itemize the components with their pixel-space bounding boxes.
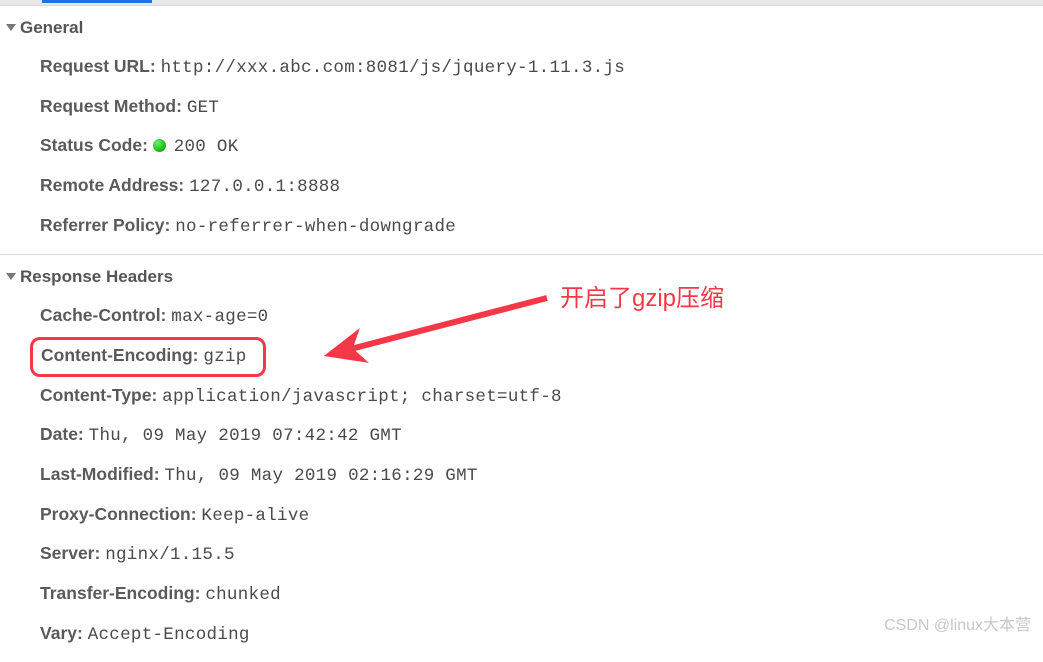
value-vary: Accept-Encoding (88, 625, 250, 645)
label-date: Date: (40, 424, 84, 444)
section-title-response-headers: Response Headers (20, 267, 173, 287)
value-proxy-connection: Keep-alive (201, 506, 309, 526)
row-date: Date: Thu, 09 May 2019 07:42:42 GMT (40, 416, 1043, 456)
highlight-content-encoding: Content-Encoding: gzip (30, 337, 266, 377)
label-referrer-policy: Referrer Policy: (40, 215, 170, 235)
watermark: CSDN @linux大本营 (884, 611, 1031, 635)
row-request-method: Request Method: GET (40, 88, 1043, 128)
value-cache-control: max-age=0 (171, 307, 268, 327)
label-last-modified: Last-Modified: (40, 464, 160, 484)
row-cache-control: Cache-Control: max-age=0 (40, 297, 1043, 337)
label-status-code: Status Code: (40, 135, 148, 155)
row-status-code: Status Code: 200 OK (40, 127, 1043, 167)
label-request-url: Request URL: (40, 56, 156, 76)
section-general-header[interactable]: General (6, 14, 1043, 48)
value-content-type: application/javascript; charset=utf-8 (162, 387, 562, 407)
value-request-method: GET (187, 98, 219, 118)
label-server: Server: (40, 543, 100, 563)
value-status-code: 200 OK (174, 137, 239, 157)
label-transfer-encoding: Transfer-Encoding: (40, 583, 200, 603)
label-remote-address: Remote Address: (40, 175, 184, 195)
section-response-headers: Response Headers Cache-Control: max-age=… (0, 254, 1043, 662)
status-ok-icon (153, 139, 166, 152)
row-proxy-connection: Proxy-Connection: Keep-alive (40, 496, 1043, 536)
value-server: nginx/1.15.5 (105, 545, 235, 565)
label-request-method: Request Method: (40, 96, 182, 116)
section-response-headers-header[interactable]: Response Headers (6, 263, 1043, 297)
row-last-modified: Last-Modified: Thu, 09 May 2019 02:16:29… (40, 456, 1043, 496)
value-remote-address: 127.0.0.1:8888 (189, 177, 340, 197)
section-title-general: General (20, 18, 83, 38)
row-request-url: Request URL: http://xxx.abc.com:8081/js/… (40, 48, 1043, 88)
value-request-url: http://xxx.abc.com:8081/js/jquery-1.11.3… (161, 58, 625, 78)
value-referrer-policy: no-referrer-when-downgrade (175, 217, 456, 237)
annotation-text: 开启了gzip压缩 (560, 278, 724, 313)
devtools-tab-strip (0, 0, 1043, 5)
label-content-encoding: Content-Encoding: (41, 345, 198, 365)
general-rows: Request URL: http://xxx.abc.com:8081/js/… (6, 48, 1043, 246)
collapse-triangle-icon (6, 24, 16, 31)
label-content-type: Content-Type: (40, 385, 157, 405)
section-general: General Request URL: http://xxx.abc.com:… (0, 5, 1043, 254)
label-cache-control: Cache-Control: (40, 305, 166, 325)
value-date: Thu, 09 May 2019 07:42:42 GMT (89, 426, 402, 446)
value-last-modified: Thu, 09 May 2019 02:16:29 GMT (164, 466, 477, 486)
collapse-triangle-icon (6, 273, 16, 280)
value-content-encoding: gzip (203, 347, 246, 367)
value-transfer-encoding: chunked (205, 585, 281, 605)
row-referrer-policy: Referrer Policy: no-referrer-when-downgr… (40, 207, 1043, 247)
row-transfer-encoding: Transfer-Encoding: chunked (40, 575, 1043, 615)
row-remote-address: Remote Address: 127.0.0.1:8888 (40, 167, 1043, 207)
row-content-encoding: Content-Encoding: gzip (40, 337, 1043, 377)
response-headers-rows: Cache-Control: max-age=0 Content-Encodin… (6, 297, 1043, 654)
row-content-type: Content-Type: application/javascript; ch… (40, 377, 1043, 417)
label-vary: Vary: (40, 623, 83, 643)
label-proxy-connection: Proxy-Connection: (40, 504, 197, 524)
row-server: Server: nginx/1.15.5 (40, 535, 1043, 575)
